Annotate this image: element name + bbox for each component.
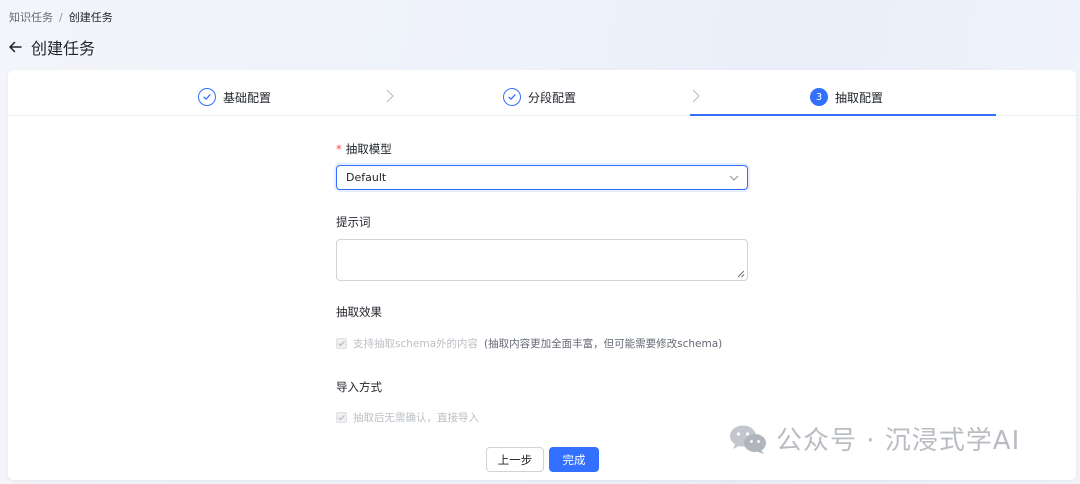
import-checkbox[interactable]	[336, 412, 347, 423]
effect-option-label: 支持抽取schema外的内容	[353, 338, 479, 350]
watermark: 公众号 · 沉浸式学AI	[728, 420, 1020, 457]
breadcrumb-separator: /	[59, 10, 63, 24]
model-label-text: 抽取模型	[345, 142, 392, 156]
required-mark: *	[336, 142, 342, 156]
model-label: * 抽取模型	[336, 141, 392, 157]
model-select[interactable]: Default	[336, 165, 748, 190]
step-arrow-icon	[386, 89, 394, 103]
steps-bar: 基础配置 分段配置 3 抽取配置	[8, 70, 1076, 116]
check-circle-icon	[198, 88, 216, 106]
effect-checkbox[interactable]	[336, 338, 347, 349]
prompt-label: 提示词	[336, 215, 371, 229]
step-number-badge: 3	[810, 88, 828, 106]
checkmark-icon	[338, 340, 345, 347]
import-option-label: 抽取后无需确认，直接导入	[353, 412, 479, 424]
step-extract-config[interactable]: 3 抽取配置	[810, 88, 883, 106]
breadcrumb-current: 创建任务	[68, 11, 113, 24]
import-option: 抽取后无需确认，直接导入	[336, 410, 479, 425]
task-card: 基础配置 分段配置 3 抽取配置 * 抽取模型 Default 提示词 抽取效果…	[8, 70, 1076, 480]
page-title: 创建任务	[31, 39, 96, 58]
breadcrumb: 知识任务 / 创建任务	[9, 9, 113, 25]
model-select-value: Default	[346, 171, 387, 184]
step-label: 分段配置	[528, 90, 577, 105]
back-arrow-icon[interactable]	[8, 39, 24, 55]
check-circle-icon	[503, 88, 521, 106]
wechat-logo-icon	[730, 425, 766, 454]
effect-option-note: (抽取内容更加全面丰富，但可能需要修改schema)	[484, 338, 723, 350]
effect-label: 抽取效果	[336, 305, 382, 319]
prev-step-button[interactable]: 上一步	[486, 447, 544, 472]
effect-option: 支持抽取schema外的内容 (抽取内容更加全面丰富，但可能需要修改schema…	[336, 336, 722, 351]
import-label: 导入方式	[336, 380, 382, 394]
checkmark-icon	[338, 414, 345, 421]
breadcrumb-parent-link[interactable]: 知识任务	[9, 9, 53, 25]
step-arrow-icon	[692, 89, 700, 103]
prompt-textarea[interactable]	[336, 239, 748, 281]
chevron-down-icon	[729, 175, 739, 181]
step-label: 抽取配置	[835, 90, 884, 105]
step-basic-config[interactable]: 基础配置	[198, 88, 271, 106]
step-segment-config[interactable]: 分段配置	[503, 88, 576, 106]
page-header: 创建任务	[8, 35, 95, 59]
step-label: 基础配置	[223, 90, 272, 105]
active-step-underline	[690, 114, 996, 116]
done-button[interactable]: 完成	[549, 447, 599, 472]
resize-grip-icon[interactable]	[737, 270, 745, 278]
watermark-text: 公众号 · 沉浸式学AI	[776, 426, 1021, 456]
